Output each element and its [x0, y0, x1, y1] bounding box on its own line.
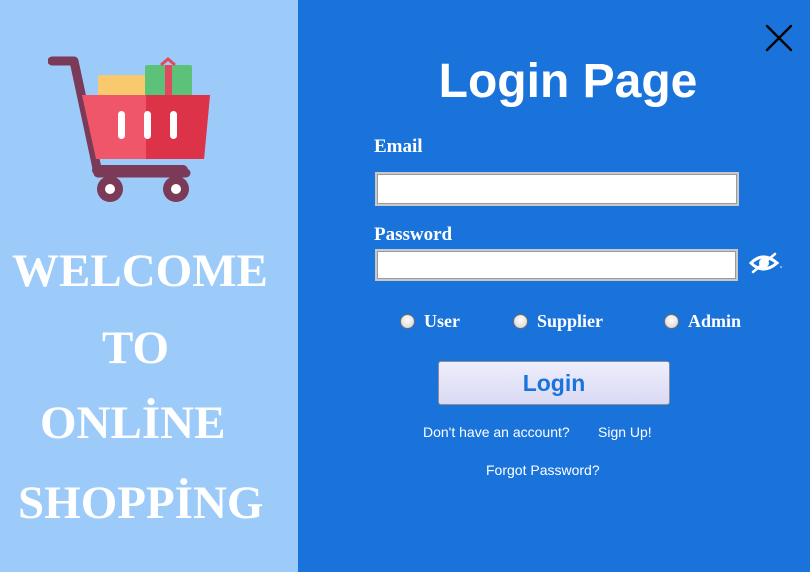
- forgot-password-link[interactable]: Forgot Password?: [486, 463, 600, 477]
- welcome-panel: WELCOME TO ONLİNE SHOPPİNG: [0, 0, 298, 572]
- welcome-text-line-2: TO: [102, 322, 170, 374]
- welcome-text-line-3: ONLİNE: [40, 397, 226, 449]
- email-field[interactable]: [375, 172, 739, 206]
- page-title: Login Page: [438, 55, 698, 108]
- radio-label-admin: Admin: [688, 311, 742, 331]
- no-account-text: Don't have an account?: [423, 424, 570, 440]
- radio-label-user: User: [424, 311, 460, 331]
- close-icon[interactable]: [763, 22, 795, 54]
- email-label: Email: [374, 136, 423, 157]
- radio-label-supplier: Supplier: [537, 311, 604, 331]
- radio-button[interactable]: [513, 313, 528, 329]
- radio-admin[interactable]: Admin: [664, 312, 741, 330]
- radio-supplier[interactable]: Supplier: [513, 312, 603, 330]
- radio-button[interactable]: [664, 313, 679, 329]
- password-label: Password: [374, 224, 453, 245]
- eye-icon[interactable]: [748, 250, 782, 276]
- shopping-cart-icon: [48, 56, 210, 202]
- radio-user[interactable]: User: [400, 312, 460, 330]
- password-field[interactable]: [375, 249, 738, 281]
- welcome-text-line-4: SHOPPİNG: [18, 477, 264, 529]
- welcome-text-line-1: WELCOME: [12, 245, 268, 297]
- radio-button[interactable]: [400, 313, 415, 329]
- signup-link[interactable]: Sign Up!: [598, 425, 652, 439]
- login-button[interactable]: Login: [438, 361, 670, 405]
- login-window: WELCOME TO ONLİNE SHOPPİNG Login Page Em…: [0, 0, 810, 572]
